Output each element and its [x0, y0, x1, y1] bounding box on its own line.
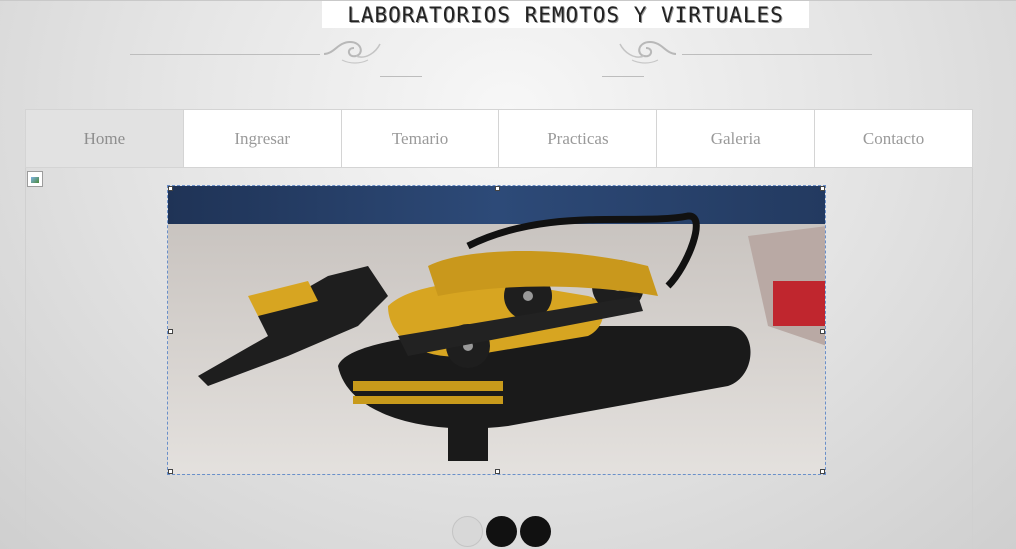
nav-item-ingresar[interactable]: Ingresar [184, 110, 342, 167]
nav-item-contacto[interactable]: Contacto [815, 110, 972, 167]
slider-pagination [452, 516, 551, 547]
resize-handle-tr[interactable] [820, 186, 825, 191]
nav-item-practicas-label: Practicas [547, 128, 609, 148]
resize-handle-bc[interactable] [495, 469, 500, 474]
divider-left [130, 54, 320, 55]
slider-dot-3[interactable] [520, 516, 551, 547]
site-title-banner: LABORATORIOS REMOTOS Y VIRTUALES [322, 1, 809, 28]
nav-item-home-label: Home [83, 128, 126, 148]
nav-item-contacto-label: Contacto [862, 128, 925, 148]
resize-handle-ml[interactable] [168, 329, 173, 334]
slider-dot-1[interactable] [452, 516, 483, 547]
nav-item-ingresar-label: Ingresar [234, 128, 291, 148]
divider-right [682, 54, 872, 55]
nav-item-temario[interactable]: Temario [342, 110, 500, 167]
resize-handle-br[interactable] [820, 469, 825, 474]
nav-item-practicas[interactable]: Practicas [499, 110, 658, 167]
scroll-ornament-left-icon [323, 40, 381, 64]
slider-image[interactable] [167, 185, 826, 475]
main-nav: Home Ingresar Temario Practicas Galeria … [25, 109, 973, 168]
resize-handle-mr[interactable] [820, 329, 825, 334]
slider-dot-2[interactable] [486, 516, 517, 547]
broken-image-icon [27, 171, 43, 187]
divider-right-small [602, 76, 644, 77]
nav-item-temario-label: Temario [391, 128, 449, 148]
nav-item-home[interactable]: Home [26, 110, 184, 167]
scroll-ornament-right-icon [619, 40, 677, 64]
robot-arm-photo [168, 186, 825, 474]
resize-handle-bl[interactable] [168, 469, 173, 474]
nav-item-galeria-label: Galeria [710, 128, 761, 148]
nav-item-galeria[interactable]: Galeria [657, 110, 816, 167]
resize-handle-tc[interactable] [495, 186, 500, 191]
site-title-text: LABORATORIOS REMOTOS Y VIRTUALES [347, 2, 784, 27]
divider-left-small [380, 76, 422, 77]
resize-handle-tl[interactable] [168, 186, 173, 191]
